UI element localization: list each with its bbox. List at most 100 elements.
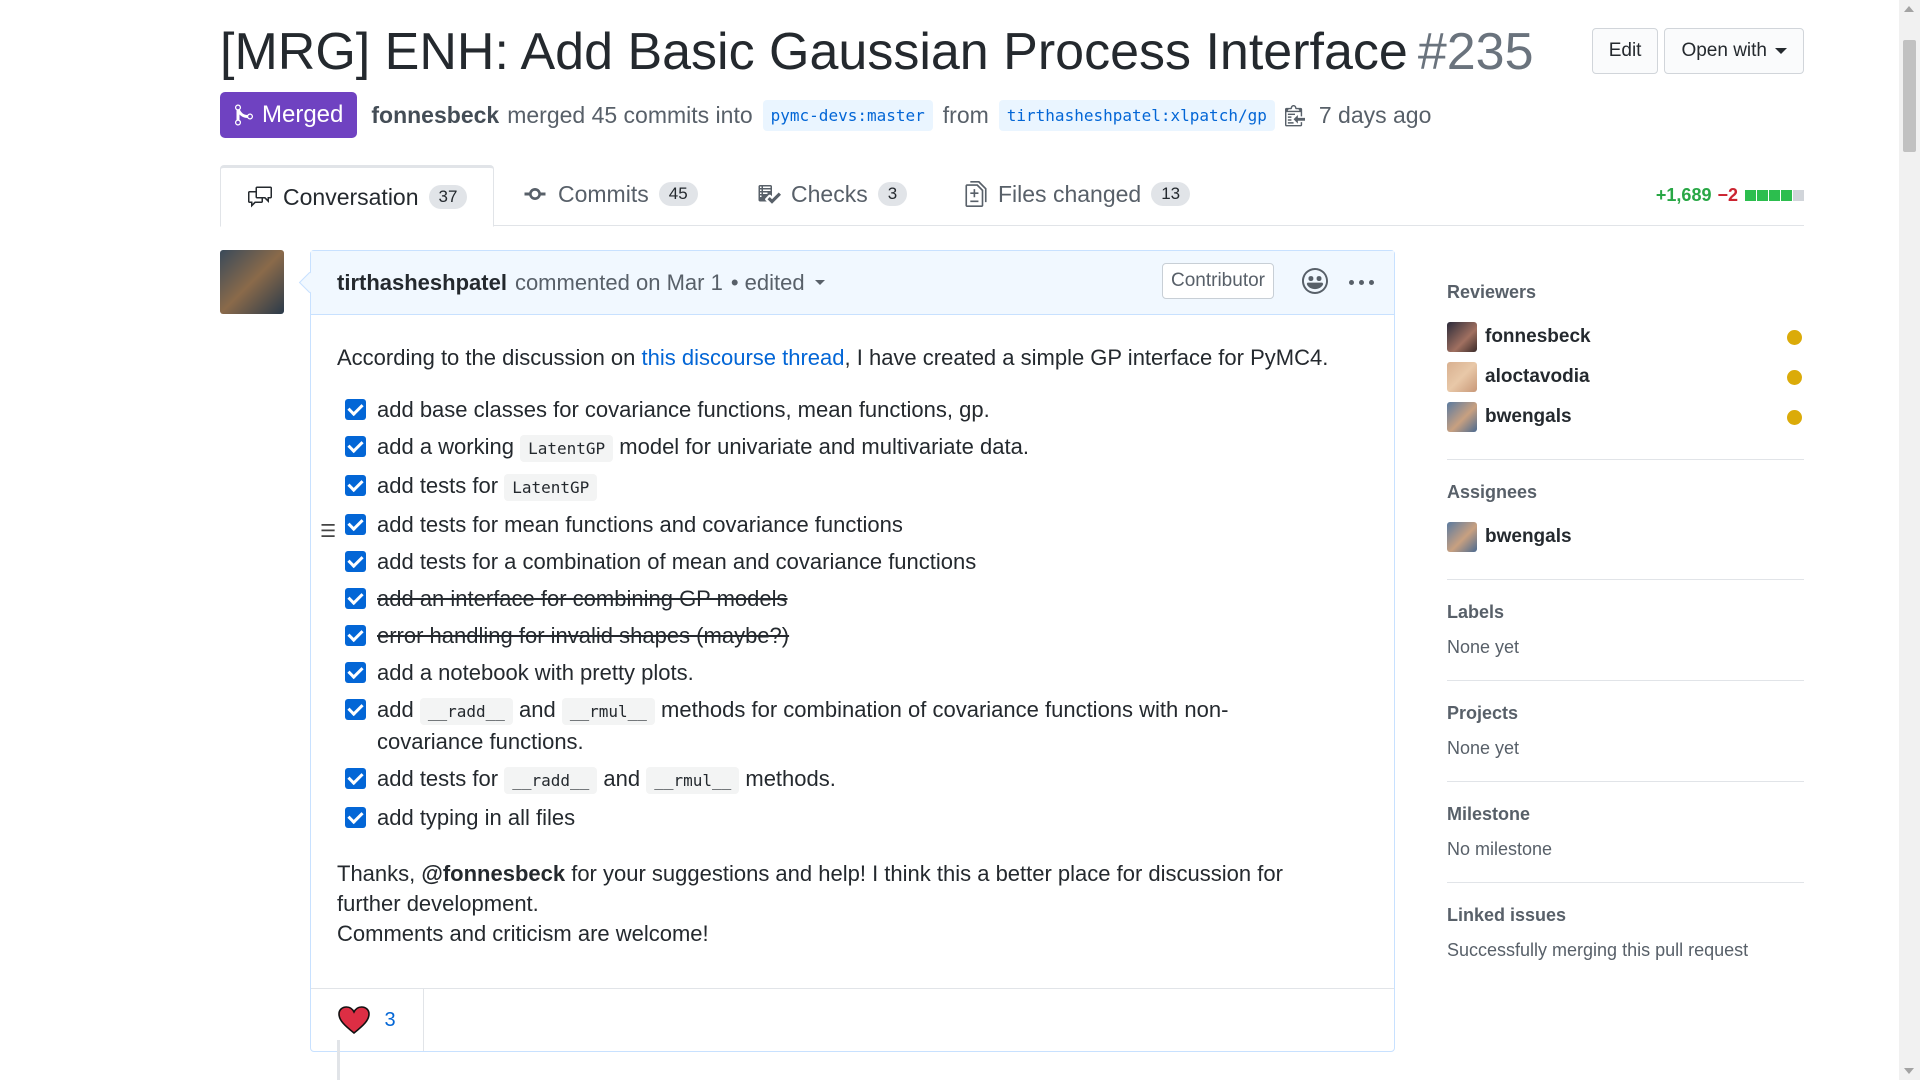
tab-files-changed[interactable]: Files changed 13 (964, 165, 1191, 223)
edited-label: • edited (730, 269, 805, 295)
task-checkbox[interactable] (345, 551, 366, 572)
comment-author[interactable]: tirthasheshpatel (337, 270, 507, 296)
task-item: add a notebook with pretty plots. (337, 658, 1368, 688)
pr-meta: Merged fonnesbeck merged 45 commits into… (220, 92, 1431, 138)
more-options-icon[interactable] (1349, 280, 1374, 285)
task-text: add typing in all files (377, 805, 576, 830)
tab-checks-count: 3 (877, 182, 908, 206)
reviewers-title[interactable]: Reviewers (1447, 282, 1804, 303)
comment-time[interactable]: commented on Mar 1 (515, 270, 723, 296)
tab-commits[interactable]: Commits 45 (522, 165, 698, 223)
projects-title[interactable]: Projects (1447, 703, 1804, 724)
projects-value: None yet (1447, 738, 1520, 758)
task-checkbox[interactable] (345, 662, 366, 683)
smiley-icon[interactable] (1302, 268, 1328, 294)
contributor-badge: Contributor (1162, 263, 1274, 299)
task-text: add tests for mean functions and covaria… (377, 512, 903, 537)
pr-title: [MRG] ENH: Add Basic Gaussian Process In… (220, 22, 1534, 82)
edit-button[interactable]: Edit (1591, 28, 1659, 74)
user-mention[interactable]: @fonnesbeck (421, 861, 565, 886)
intro-paragraph: According to the discussion on this disc… (337, 343, 1368, 373)
closing-text: Comments and criticism are welcome! (337, 921, 709, 946)
task-checkbox[interactable] (345, 807, 366, 828)
pr-number: #235 (1417, 23, 1534, 81)
heart-icon (338, 1006, 371, 1034)
task-item: add __radd__ and __rmul__ methods for co… (337, 695, 1317, 757)
reviewer-name: bwengals (1485, 406, 1572, 427)
milestone-value: No milestone (1447, 839, 1553, 859)
tab-files-count: 13 (1151, 182, 1191, 206)
tab-commits-count: 45 (658, 182, 698, 206)
tab-conversation[interactable]: Conversation 37 (220, 165, 495, 227)
task-item: add typing in all files (337, 803, 1368, 833)
reviewer-item[interactable]: bwengals (1447, 397, 1804, 437)
intro-text: According to the discussion on (337, 345, 642, 370)
scroll-down-icon[interactable] (1904, 1068, 1914, 1074)
task-checkbox[interactable] (345, 768, 366, 789)
pending-review-icon (1787, 409, 1802, 425)
task-item: error handling for invalid shapes (maybe… (337, 621, 1368, 651)
merged-badge-label: Merged (262, 101, 344, 128)
task-checkbox[interactable] (345, 514, 366, 535)
chevron-down-icon (814, 280, 825, 285)
pending-review-icon (1787, 329, 1802, 345)
merged-by-link[interactable]: fonnesbeck (371, 102, 499, 129)
linked-issues-value: Successfully merging this pull request (1447, 940, 1749, 960)
author-avatar[interactable] (220, 250, 284, 314)
edited-dropdown[interactable]: • edited (731, 270, 825, 296)
assignees-title[interactable]: Assignees (1447, 482, 1804, 503)
labels-title[interactable]: Labels (1447, 602, 1804, 623)
drag-handle-icon[interactable]: ☰ (320, 516, 336, 546)
task-list: add base classes for covariance function… (320, 395, 1368, 833)
labels-section: Labels None yet (1447, 580, 1804, 681)
task-text: add tests for a combination of mean and … (377, 549, 977, 574)
base-branch[interactable]: pymc-devs:master (762, 99, 933, 131)
reactions-bar: 3 (311, 988, 1394, 1051)
reviewer-item[interactable]: aloctavodia (1447, 357, 1804, 397)
task-text: add an interface for combining GP models (377, 586, 788, 611)
diff-additions: +1,689 (1655, 185, 1712, 205)
scrollbar-thumb[interactable] (1903, 40, 1916, 152)
open-with-button[interactable]: Open with (1664, 28, 1804, 74)
assignee-name: bwengals (1485, 526, 1572, 547)
task-item: add a working LatentGP model for univari… (337, 432, 1368, 464)
avatar (1447, 322, 1477, 352)
task-text: add base classes for covariance function… (377, 397, 990, 422)
task-text: add a notebook with pretty plots. (377, 660, 694, 685)
merged-time: 7 days ago (1318, 101, 1432, 128)
diffstat-blocks (1744, 190, 1804, 201)
task-checkbox[interactable] (345, 625, 366, 646)
page-scrollbar[interactable] (1899, 0, 1920, 1080)
clipboard-icon[interactable] (1284, 103, 1305, 127)
milestone-title[interactable]: Milestone (1447, 804, 1804, 825)
task-checkbox[interactable] (345, 588, 366, 609)
linked-issues-title[interactable]: Linked issues (1447, 905, 1804, 926)
diff-deletions: −2 (1717, 185, 1738, 205)
discourse-thread-link[interactable]: this discourse thread (642, 345, 845, 370)
avatar (1447, 362, 1477, 392)
task-checkbox[interactable] (345, 436, 366, 457)
reviewers-section: Reviewers fonnesbeck aloctavodia bwengal… (1447, 260, 1804, 460)
git-merge-icon (235, 104, 253, 126)
task-checkbox[interactable] (345, 475, 366, 496)
task-code: __rmul__ (561, 698, 655, 725)
projects-section: Projects None yet (1447, 681, 1804, 782)
milestone-section: Milestone No milestone (1447, 782, 1804, 883)
tab-checks[interactable]: Checks 3 (757, 165, 908, 223)
heart-reaction-button[interactable]: 3 (311, 989, 424, 1051)
scroll-up-icon[interactable] (1904, 6, 1914, 12)
task-checkbox[interactable] (345, 699, 366, 720)
pr-title-text: [MRG] ENH: Add Basic Gaussian Process In… (220, 23, 1408, 81)
task-text: and (512, 697, 562, 722)
header-actions: Edit Open with (1591, 28, 1804, 74)
linked-issues-section: Linked issues Successfully merging this … (1447, 883, 1804, 983)
task-checkbox[interactable] (345, 399, 366, 420)
head-branch[interactable]: tirthasheshpatel:xlpatch/gp (998, 99, 1275, 131)
reviewer-item[interactable]: fonnesbeck (1447, 317, 1804, 357)
file-diff-icon (965, 181, 987, 207)
reviewer-name: fonnesbeck (1485, 326, 1591, 347)
assignee-item[interactable]: bwengals (1447, 517, 1804, 557)
heart-reaction-count: 3 (384, 1008, 396, 1031)
task-code: __radd__ (419, 698, 513, 725)
edit-button-label: Edit (1608, 40, 1642, 61)
